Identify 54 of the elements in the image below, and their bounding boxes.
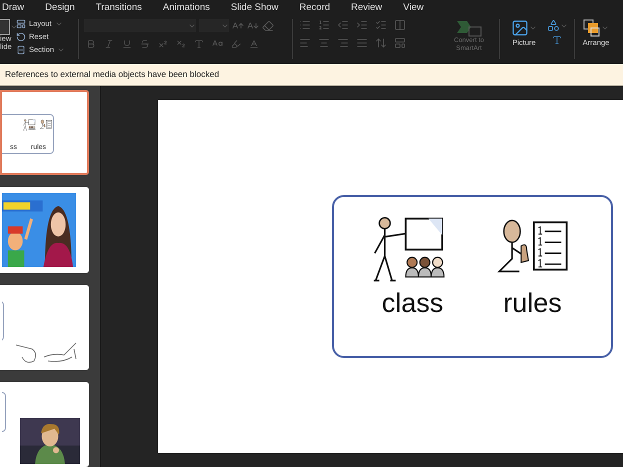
symbol-label: rules [503,290,562,317]
align-right-icon[interactable] [337,37,349,49]
italic-icon[interactable] [104,38,114,48]
section-icon [16,45,26,55]
line-spacing-icon[interactable] [375,19,387,31]
align-text-icon[interactable] [394,37,406,49]
align-left-icon[interactable] [299,37,311,49]
notification-text: References to external media objects have been blocked [5,68,220,81]
menu-tab[interactable]: Transitions [96,3,142,13]
text-direction-icon[interactable] [375,37,387,49]
menu-tab[interactable]: Review [351,3,382,13]
slide-thumbnail[interactable] [0,382,89,467]
bold-icon[interactable] [86,38,96,48]
outdent-icon[interactable] [337,19,349,31]
shapes-icon[interactable] [546,19,560,32]
underline-icon[interactable] [122,38,132,48]
caret-icon [54,20,63,28]
layout-icon [16,19,26,29]
font-color-icon[interactable] [249,38,259,48]
superscript-icon[interactable] [158,38,168,48]
highlighter-icon[interactable] [231,38,241,48]
shrink-font-icon[interactable] [247,20,259,32]
columns-icon[interactable] [394,19,406,31]
menu-tab[interactable]: Slide Show [230,3,278,13]
grow-font-icon[interactable] [232,20,244,32]
symbol-label: class [382,290,444,317]
smartart-icon[interactable] [455,19,483,37]
font-name-field[interactable] [84,19,196,32]
new-slide-icon[interactable] [0,19,10,35]
menu-tab[interactable]: View [403,3,424,13]
teacher-class-icon [23,119,37,132]
rules-list-icon [39,119,53,132]
caret-icon [10,23,18,31]
align-center-icon[interactable] [318,37,330,49]
caret-icon [529,24,537,32]
text-box-icon[interactable] [552,35,562,45]
strikethrough-icon[interactable] [140,38,150,48]
font-size-field[interactable] [199,19,229,32]
caret-icon [601,24,609,32]
menu-tab[interactable]: Design [45,3,75,13]
indent-icon[interactable] [356,19,368,31]
menu-tab[interactable]: Animations [162,3,210,13]
justify-icon[interactable] [356,37,368,49]
menu-tab[interactable]: Draw [2,3,24,13]
numbering-icon[interactable] [318,19,330,31]
clear-format-icon[interactable] [262,20,274,32]
subscript-icon[interactable] [176,38,186,48]
caret-icon [57,46,66,54]
picture-icon[interactable] [511,19,529,37]
slide-thumbnail[interactable] [0,284,89,370]
slide-thumbnail[interactable] [0,187,89,272]
menu-tab[interactable]: Record [299,3,330,13]
reset-icon [16,32,26,42]
arrange-icon[interactable] [583,19,601,37]
